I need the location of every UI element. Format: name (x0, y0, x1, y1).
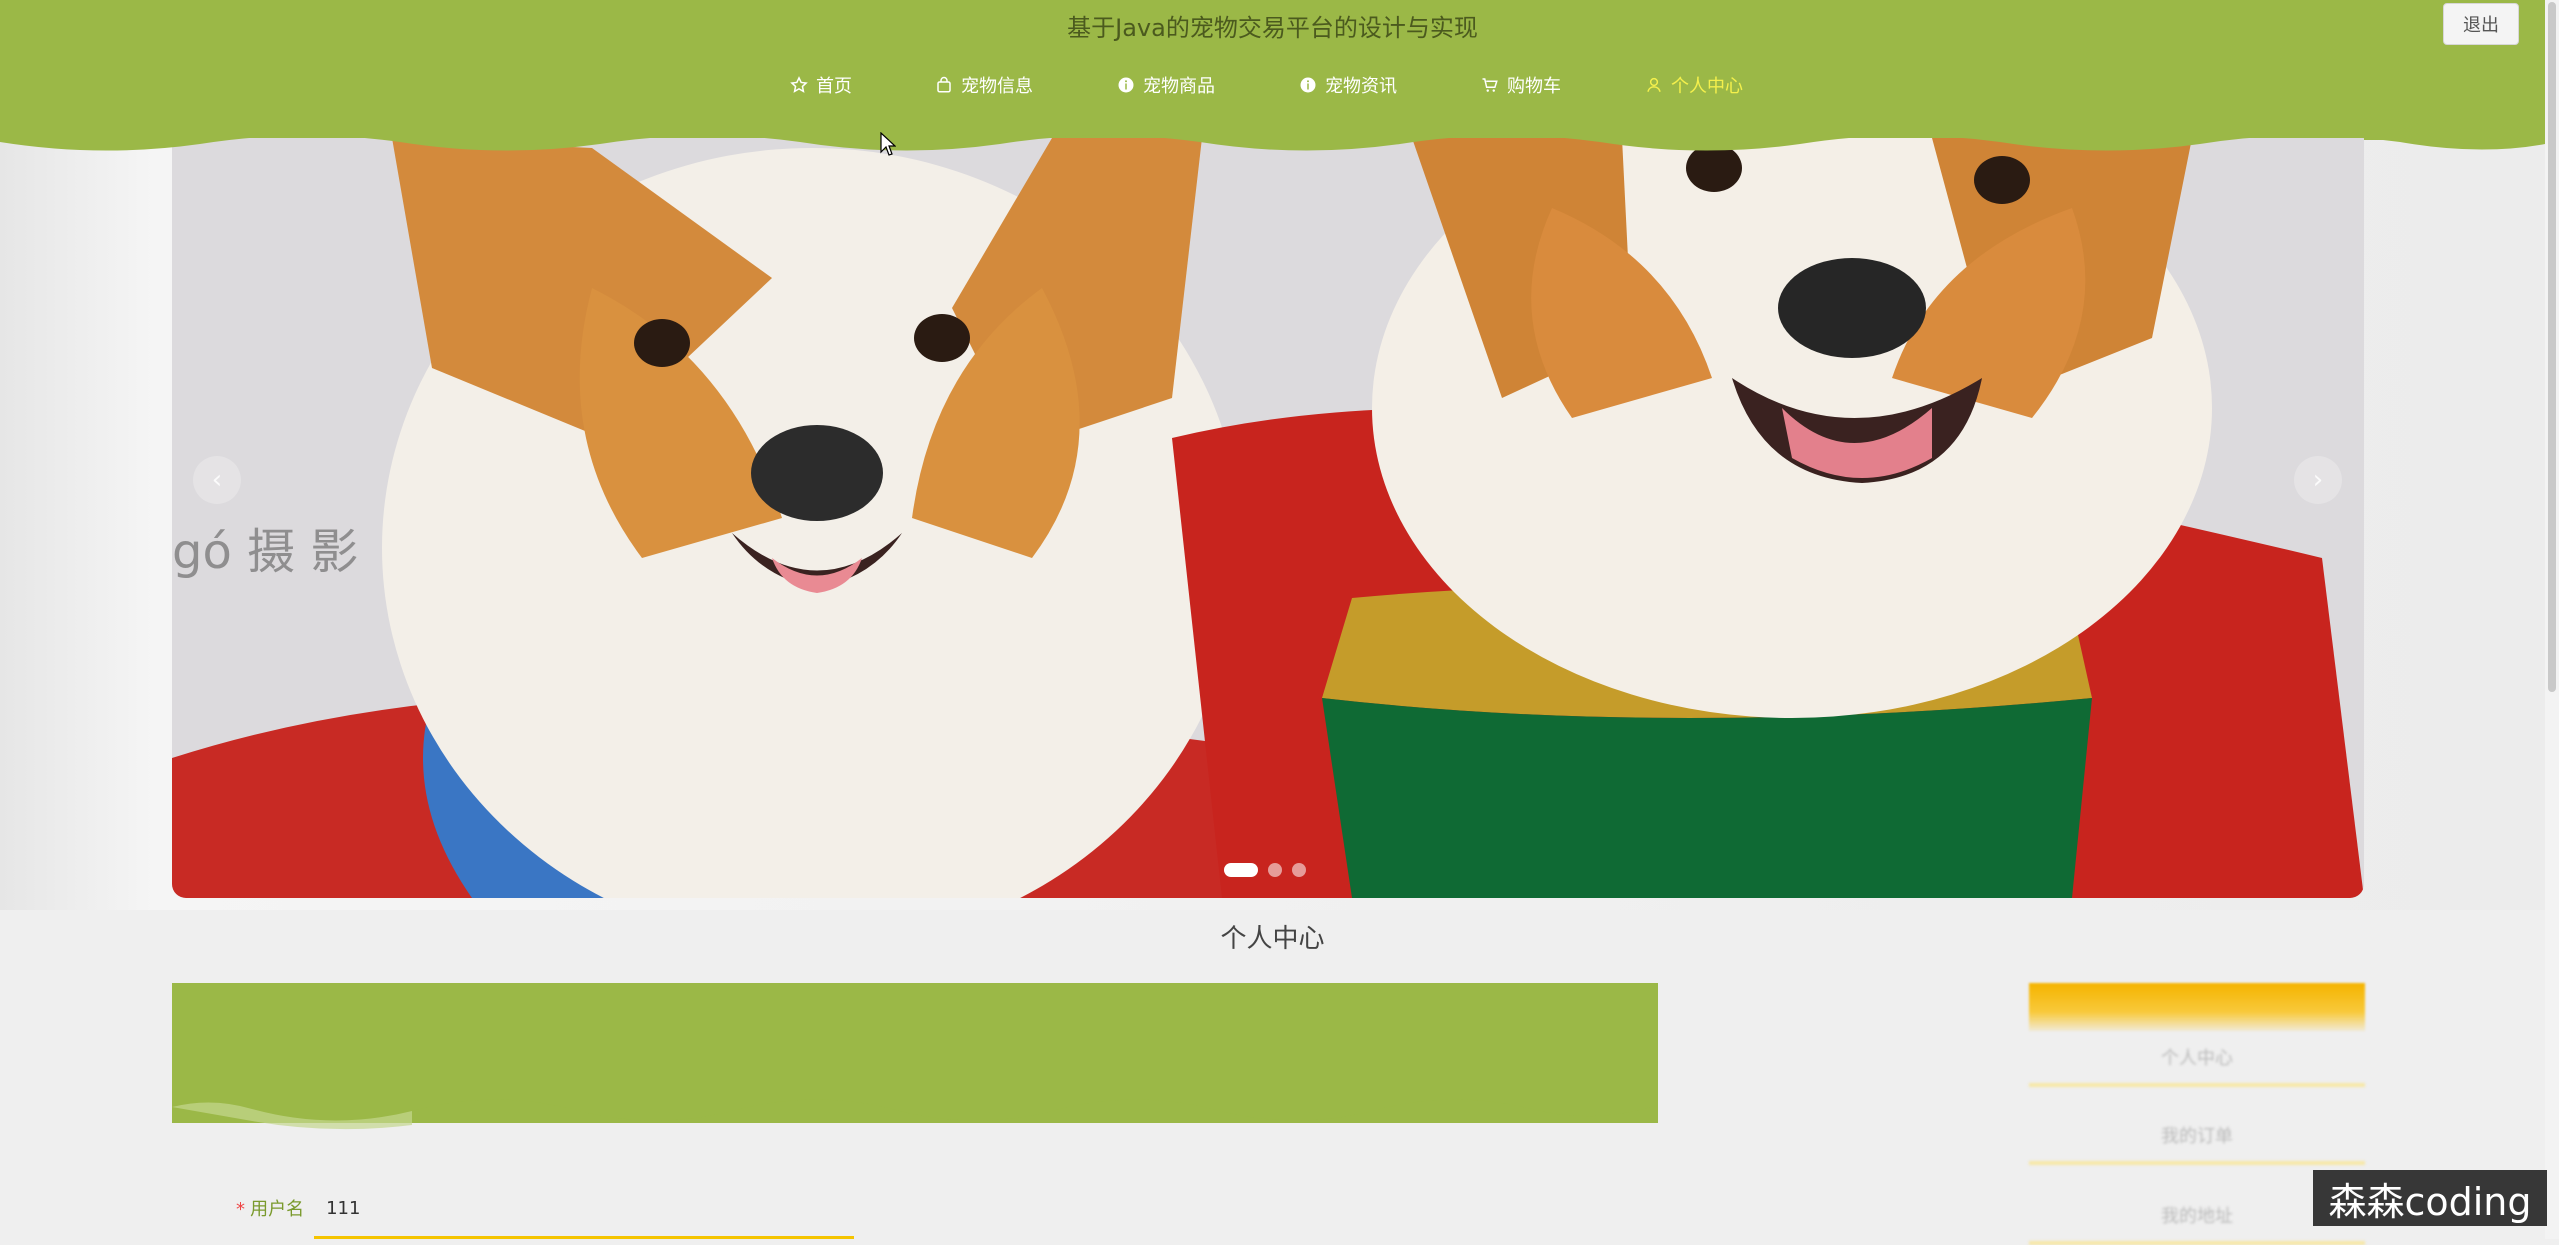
side-menu-label: 我的订单 (2161, 1126, 2233, 1147)
nav-label-cart: 购物车 (1507, 76, 1561, 97)
side-menu-item-profile[interactable]: 个人中心 (2029, 1027, 2365, 1087)
carousel-prev-button[interactable]: ‹ (193, 456, 241, 504)
nav-item-cart[interactable]: 购物车 (1481, 70, 1561, 100)
main-nav: 首页 宠物信息 宠物商品 宠物资讯 购物车 个人中心 (0, 70, 2545, 100)
side-menu-item-orders[interactable]: 我的订单 (2029, 1105, 2365, 1165)
nav-item-pet-news[interactable]: 宠物资讯 (1299, 70, 1397, 100)
nav-label-pet-goods: 宠物商品 (1143, 76, 1215, 97)
username-value[interactable]: 111 (326, 1198, 360, 1219)
site-title: 基于Java的宠物交易平台的设计与实现 (1067, 14, 1478, 42)
cart-icon (1482, 78, 1498, 92)
nav-item-profile[interactable]: 个人中心 (1645, 70, 1743, 100)
carousel-next-button[interactable]: › (2294, 456, 2342, 504)
username-label-group: * 用户名 (236, 1195, 304, 1221)
nav-item-home[interactable]: 首页 (790, 70, 852, 100)
profile-banner (172, 983, 1658, 1130)
info-icon (1300, 77, 1316, 93)
corgi-banner-image: gó 摄 影 (172, 138, 2364, 898)
nav-label-pet-info: 宠物信息 (961, 76, 1033, 97)
side-menu-header (2029, 983, 2365, 1031)
carousel-dot-1[interactable] (1224, 863, 1258, 877)
logout-button[interactable]: 退出 (2443, 3, 2519, 45)
mouse-cursor-icon (880, 132, 896, 156)
carousel-dot-3[interactable] (1292, 863, 1306, 877)
nav-item-pet-info[interactable]: 宠物信息 (935, 70, 1033, 100)
carousel-indicators (1224, 863, 1306, 877)
scrollbar-thumb[interactable] (2548, 2, 2556, 692)
banner-carousel[interactable]: gó 摄 影 (172, 138, 2364, 898)
side-menu-label: 个人中心 (2161, 1048, 2233, 1069)
username-label: 用户名 (250, 1199, 305, 1220)
info-icon (1118, 77, 1134, 93)
username-row: * 用户名 111 (236, 1195, 360, 1221)
photo-watermark: gó 摄 影 (172, 524, 358, 580)
nav-item-pet-goods[interactable]: 宠物商品 (1117, 70, 1215, 100)
header-wave-divider (0, 130, 2545, 151)
nav-label-home: 首页 (816, 76, 852, 97)
bag-icon (937, 76, 951, 93)
banner-wave (172, 1085, 1658, 1130)
side-menu-label: 我的地址 (2161, 1206, 2233, 1227)
section-title: 个人中心 (1220, 924, 1325, 954)
star-icon (790, 76, 808, 93)
video-watermark: 森森coding (2313, 1170, 2547, 1226)
required-marker: * (236, 1199, 245, 1220)
nav-label-profile: 个人中心 (1671, 76, 1743, 97)
nav-label-pet-news: 宠物资讯 (1325, 76, 1397, 97)
carousel-dot-2[interactable] (1268, 863, 1282, 877)
user-icon (1647, 77, 1661, 92)
